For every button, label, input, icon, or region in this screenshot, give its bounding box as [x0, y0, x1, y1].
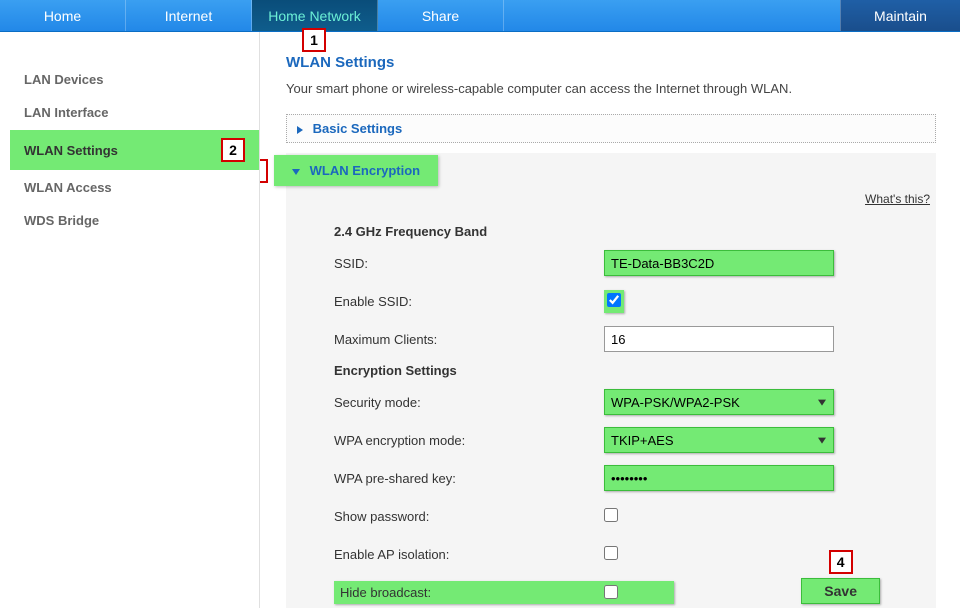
- tab-internet[interactable]: Internet: [126, 0, 252, 31]
- freq-band-heading: 2.4 GHz Frequency Band: [334, 224, 928, 239]
- sidebar-item-lan-interface[interactable]: LAN Interface: [10, 97, 259, 128]
- wpa-enc-mode-label: WPA encryption mode:: [334, 433, 604, 448]
- max-clients-input[interactable]: [604, 326, 834, 352]
- row-wpa-enc-mode: WPA encryption mode: TKIP+AES: [334, 426, 928, 454]
- annotation-marker-4: 4: [829, 550, 853, 574]
- section-basic-settings: Basic Settings: [286, 114, 936, 143]
- annotation-marker-2: 2: [221, 138, 245, 162]
- page-desc: Your smart phone or wireless-capable com…: [286, 81, 936, 96]
- row-enable-ssid: Enable SSID:: [334, 287, 928, 315]
- annotation-marker-1: 1: [302, 28, 326, 52]
- whats-this-link[interactable]: What's this?: [865, 192, 930, 206]
- enable-ssid-checkbox[interactable]: [607, 293, 621, 307]
- security-mode-select[interactable]: WPA-PSK/WPA2-PSK: [604, 389, 834, 415]
- sidebar-item-lan-devices[interactable]: LAN Devices: [10, 64, 259, 95]
- enable-ssid-label: Enable SSID:: [334, 294, 604, 309]
- encryption-settings-heading: Encryption Settings: [334, 363, 928, 378]
- psk-input[interactable]: [604, 465, 834, 491]
- ap-isolation-label: Enable AP isolation:: [334, 547, 604, 562]
- tab-home-network-label: Home Network: [268, 8, 361, 24]
- nav-spacer: [504, 0, 840, 31]
- section-wlan-encryption: 3 WLAN Encryption What's this? 2.4 GHz F…: [286, 153, 936, 608]
- top-nav: Home Internet Home Network 1 Share Maint…: [0, 0, 960, 32]
- psk-label: WPA pre-shared key:: [334, 471, 604, 486]
- sidebar: LAN Devices LAN Interface WLAN Settings …: [10, 32, 260, 608]
- ssid-label: SSID:: [334, 256, 604, 271]
- row-ssid: SSID:: [334, 249, 928, 277]
- wlan-encryption-label: WLAN Encryption: [310, 163, 421, 178]
- security-mode-label: Security mode:: [334, 395, 604, 410]
- content-wrap: LAN Devices LAN Interface WLAN Settings …: [0, 32, 960, 608]
- row-max-clients: Maximum Clients:: [334, 325, 928, 353]
- chevron-down-icon: [292, 169, 300, 175]
- save-area: 4 Save: [801, 550, 880, 604]
- chevron-right-icon: [297, 126, 303, 134]
- ap-isolation-checkbox[interactable]: [604, 546, 618, 560]
- wlan-encryption-body: 2.4 GHz Frequency Band SSID: Enable SSID…: [286, 206, 936, 608]
- main-panel: WLAN Settings Your smart phone or wirele…: [260, 32, 960, 608]
- wpa-enc-mode-select[interactable]: TKIP+AES: [604, 427, 834, 453]
- tab-maintain[interactable]: Maintain: [840, 0, 960, 31]
- basic-settings-label: Basic Settings: [313, 121, 403, 136]
- enable-ssid-highlight: [604, 290, 624, 313]
- sidebar-item-wlan-access[interactable]: WLAN Access: [10, 172, 259, 203]
- row-psk: WPA pre-shared key:: [334, 464, 928, 492]
- tab-home[interactable]: Home: [0, 0, 126, 31]
- show-password-checkbox[interactable]: [604, 508, 618, 522]
- wlan-encryption-header[interactable]: WLAN Encryption: [274, 155, 438, 186]
- annotation-marker-3: 3: [260, 159, 268, 183]
- tab-share[interactable]: Share: [378, 0, 504, 31]
- row-show-password: Show password:: [334, 502, 928, 530]
- show-password-label: Show password:: [334, 509, 604, 524]
- ssid-input[interactable]: [604, 250, 834, 276]
- sidebar-item-wlan-settings[interactable]: WLAN Settings 2: [10, 130, 259, 170]
- hide-broadcast-highlight: Hide broadcast:: [334, 581, 674, 604]
- row-security-mode: Security mode: WPA-PSK/WPA2-PSK: [334, 388, 928, 416]
- save-button[interactable]: Save: [801, 578, 880, 604]
- page-title: WLAN Settings: [286, 54, 936, 71]
- hide-broadcast-checkbox[interactable]: [604, 585, 618, 599]
- basic-settings-header[interactable]: Basic Settings: [286, 114, 936, 143]
- max-clients-label: Maximum Clients:: [334, 332, 604, 347]
- tab-home-network[interactable]: Home Network 1: [252, 0, 378, 31]
- sidebar-item-wds-bridge[interactable]: WDS Bridge: [10, 205, 259, 236]
- hide-broadcast-label: Hide broadcast:: [340, 585, 604, 600]
- sidebar-item-wlan-settings-label: WLAN Settings: [24, 143, 215, 158]
